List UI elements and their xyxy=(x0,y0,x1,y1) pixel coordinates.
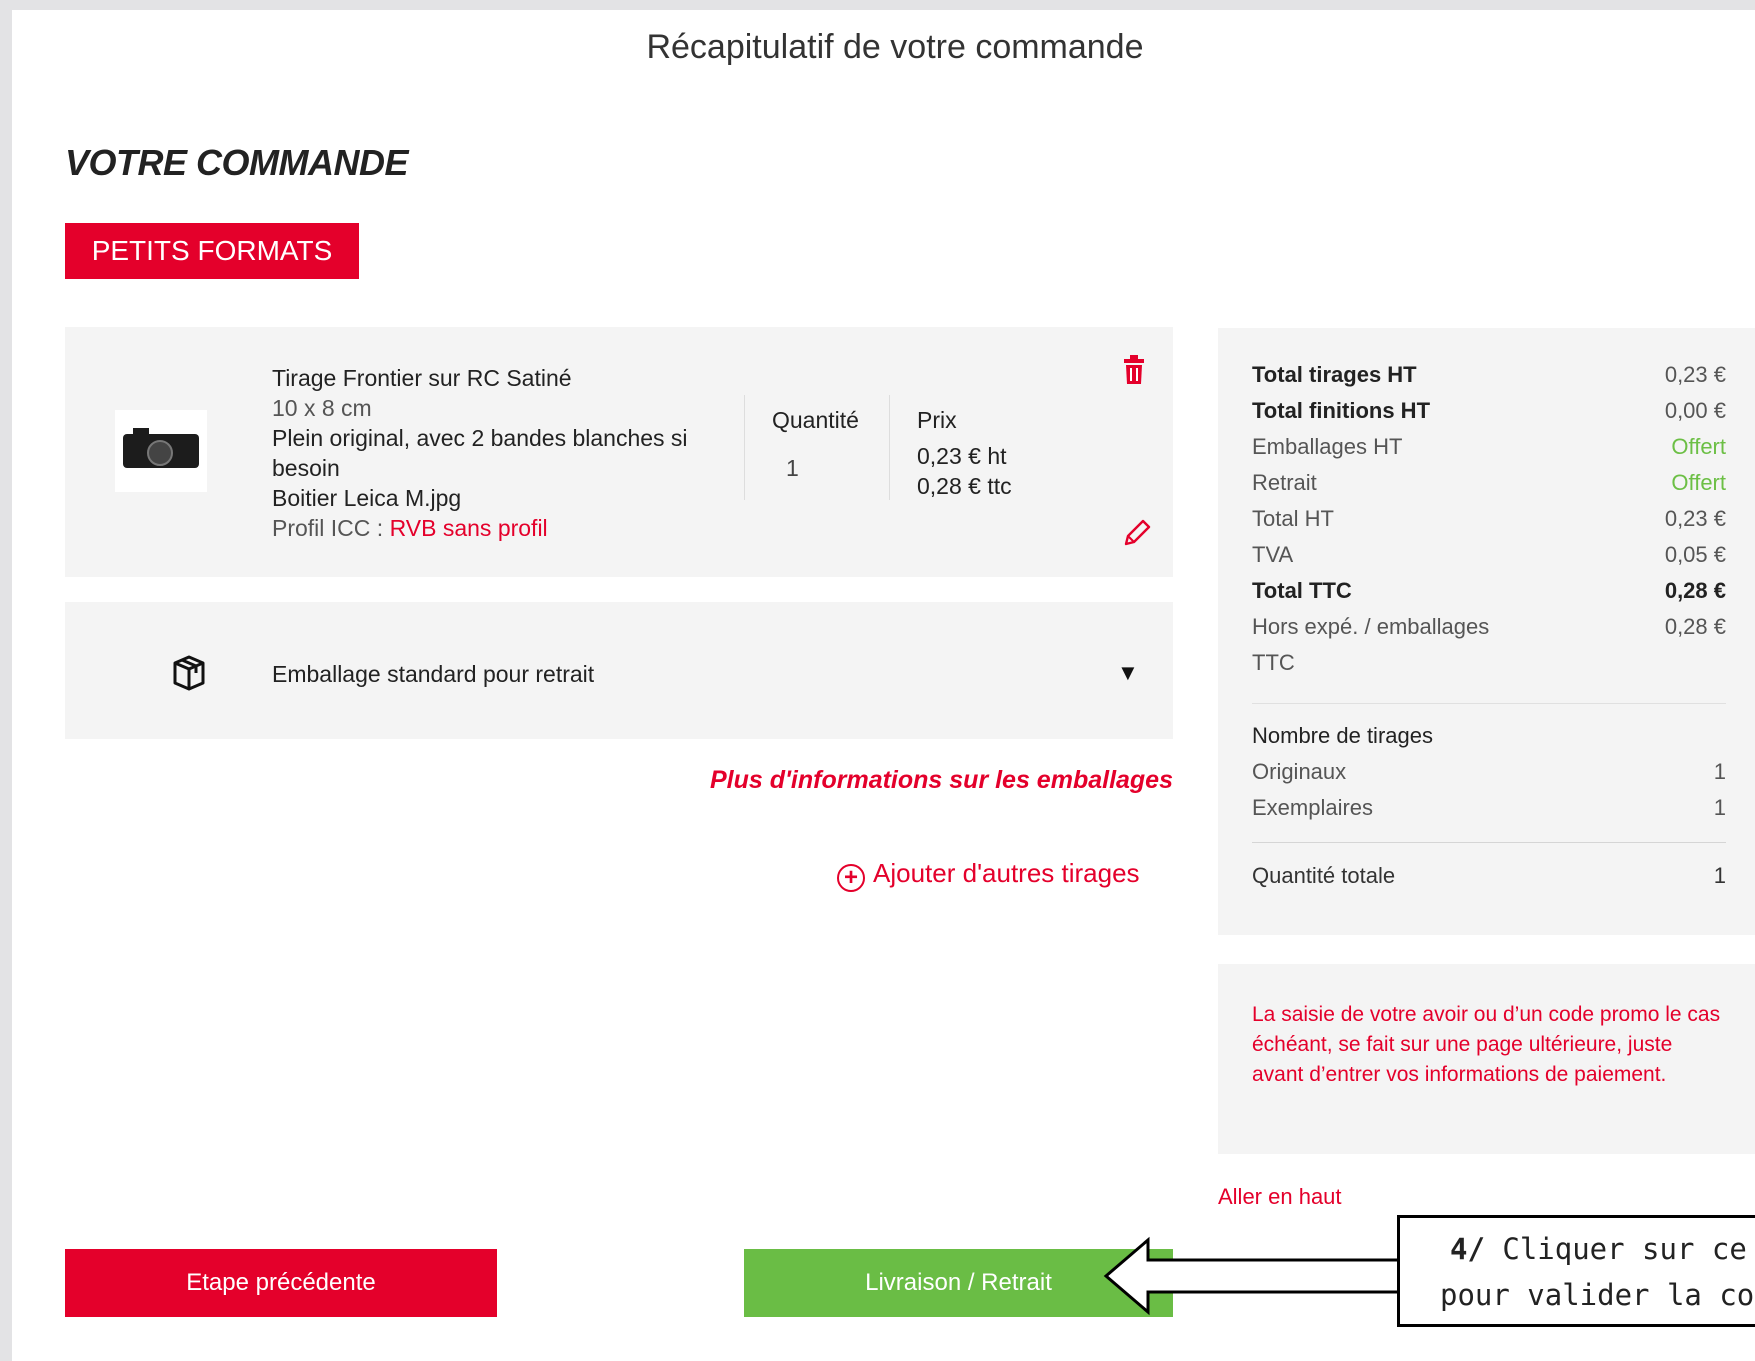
add-prints-link[interactable]: + Ajouter d'autres tirages xyxy=(837,858,1140,892)
originals-value: 1 xyxy=(1713,759,1726,784)
add-prints-label: Ajouter d'autres tirages xyxy=(873,858,1140,888)
price-label: Prix xyxy=(917,407,957,433)
camera-lens xyxy=(147,440,173,466)
copies-row: Exemplaires 1 xyxy=(1252,790,1726,826)
divider xyxy=(889,395,890,500)
summary-value: Offert xyxy=(1671,470,1726,495)
divider xyxy=(1252,842,1726,843)
icc-label: Profil ICC : xyxy=(272,515,390,541)
summary-value: Offert xyxy=(1671,434,1726,459)
summary-label: Hors expé. / emballages xyxy=(1252,614,1490,639)
prints-heading-row: Nombre de tirages xyxy=(1252,718,1726,754)
copies-label: Exemplaires xyxy=(1252,795,1374,820)
packaging-info-link[interactable]: Plus d'informations sur les emballages xyxy=(612,766,1173,795)
total-qty-label: Quantité totale xyxy=(1252,863,1396,888)
item-filename: Boitier Leica M.jpg xyxy=(272,485,462,511)
summary-row: Total HT 0,23 € xyxy=(1252,501,1726,537)
item-details: Tirage Frontier sur RC Satiné 10 x 8 cm … xyxy=(272,363,712,543)
summary-row: TTC xyxy=(1252,645,1726,681)
caret-down-icon[interactable]: ▼ xyxy=(1117,660,1139,686)
summary-value: 0,05 € xyxy=(1664,542,1726,567)
callout-line-1: 4/ Cliquer sur ce xyxy=(1450,1226,1755,1272)
prints-heading: Nombre de tirages xyxy=(1252,723,1433,748)
page-title: Récapitulatif de votre commande xyxy=(646,28,1144,66)
callout-step: 4/ xyxy=(1450,1232,1485,1266)
previous-step-button[interactable]: Etape précédente xyxy=(65,1249,497,1317)
summary-label: Total TTC xyxy=(1252,578,1352,603)
quantity-value: 1 xyxy=(786,455,799,481)
summary-label: Total HT xyxy=(1252,506,1334,531)
box-icon xyxy=(169,653,209,698)
item-thumbnail[interactable] xyxy=(115,410,207,492)
summary-label: TTC xyxy=(1252,650,1295,675)
price-ttc: 0,28 € ttc xyxy=(917,473,1012,499)
summary-row: TVA 0,05 € xyxy=(1252,537,1726,573)
callout-text-2: pour valider la co xyxy=(1440,1278,1755,1312)
pencil-icon[interactable] xyxy=(1122,518,1152,553)
originals-label: Originaux xyxy=(1252,759,1347,784)
tutorial-callout: 4/ Cliquer sur ce pour valider la co xyxy=(1397,1215,1755,1327)
go-top-link[interactable]: Aller en haut xyxy=(1218,1184,1342,1210)
summary-label: Emballages HT xyxy=(1252,434,1403,459)
total-qty-value: 1 xyxy=(1713,863,1726,888)
icc-value: RVB sans profil xyxy=(389,515,548,541)
plus-circle-icon: + xyxy=(837,864,865,892)
summary-label: Total finitions HT xyxy=(1252,398,1431,423)
divider xyxy=(744,395,745,500)
callout-text-1: Cliquer sur ce xyxy=(1484,1232,1747,1266)
packaging-label: Emballage standard pour retrait xyxy=(272,661,595,687)
item-icc: Profil ICC : RVB sans profil xyxy=(272,513,712,543)
summary-label: Total tirages HT xyxy=(1252,362,1417,387)
total-qty-row: Quantité totale 1 xyxy=(1252,858,1726,894)
item-name: Tirage Frontier sur RC Satiné xyxy=(272,365,572,391)
item-option: Plein original, avec 2 bandes blanches s… xyxy=(272,425,688,481)
summary-label: Retrait xyxy=(1252,470,1317,495)
summary-value: 0,28 € xyxy=(1664,614,1726,639)
quantity-label: Quantité xyxy=(772,407,859,433)
summary-row: Hors expé. / emballages 0,28 € xyxy=(1252,609,1726,645)
price-ht: 0,23 € ht xyxy=(917,443,1007,469)
summary-value: 0,23 € xyxy=(1664,362,1726,387)
summary-row: Total finitions HT 0,00 € xyxy=(1252,393,1726,429)
packaging-select[interactable] xyxy=(65,602,1173,739)
summary-row: Emballages HT Offert xyxy=(1252,429,1726,465)
copies-value: 1 xyxy=(1713,795,1726,820)
summary-value: 0,00 € xyxy=(1664,398,1726,423)
summary-row: Total tirages HT 0,23 € xyxy=(1252,357,1726,393)
callout-arrow xyxy=(1102,1236,1402,1321)
trash-icon[interactable] xyxy=(1122,355,1146,390)
item-size: 10 x 8 cm xyxy=(272,395,372,421)
summary-row: Total TTC 0,28 € xyxy=(1252,573,1726,609)
divider xyxy=(1252,703,1726,704)
summary-value: 0,23 € xyxy=(1664,506,1726,531)
summary-row: Retrait Offert xyxy=(1252,465,1726,501)
section-title: VOTRE COMMANDE xyxy=(65,142,409,183)
promo-note: La saisie de votre avoir ou d’un code pr… xyxy=(1252,1003,1721,1086)
summary-value: 0,28 € xyxy=(1664,578,1726,603)
category-tag: PETITS FORMATS xyxy=(65,223,359,279)
page: Récapitulatif de votre commande VOTRE CO… xyxy=(12,10,1755,1361)
originals-row: Originaux 1 xyxy=(1252,754,1726,790)
summary-label: TVA xyxy=(1252,542,1294,567)
